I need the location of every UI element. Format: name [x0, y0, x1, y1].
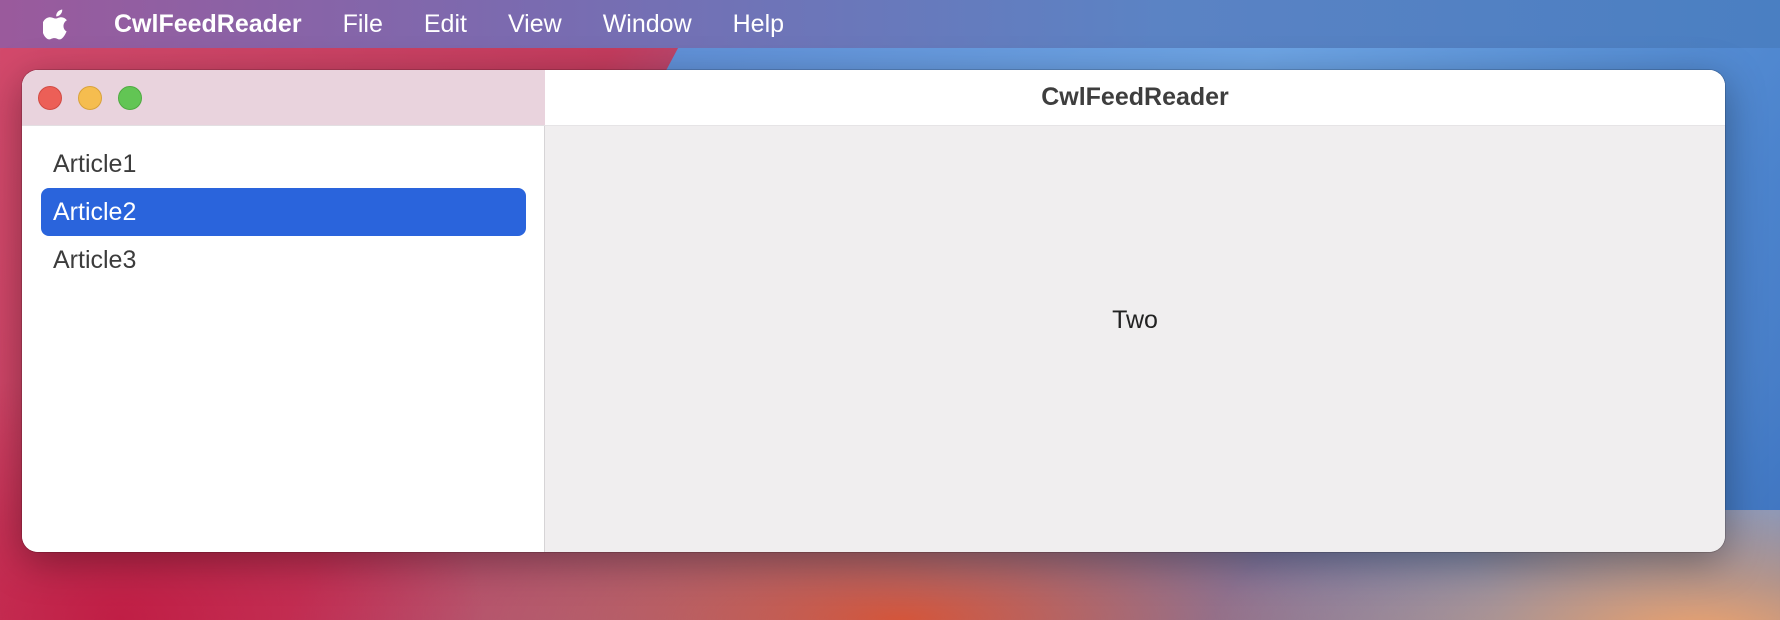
apple-logo-icon[interactable] — [40, 7, 74, 41]
article-list-item-3[interactable]: Article3 — [41, 236, 526, 284]
menu-view[interactable]: View — [508, 10, 562, 39]
article-label: Article1 — [53, 149, 137, 178]
minimize-window-button[interactable] — [78, 86, 102, 110]
article-list-item-1[interactable]: Article1 — [41, 140, 526, 188]
app-window: Article1 Article2 Article3 CwlFeedReader… — [22, 70, 1725, 552]
menu-file[interactable]: File — [343, 10, 383, 39]
detail-text: Two — [1112, 305, 1158, 334]
menu-help[interactable]: Help — [733, 10, 784, 39]
detail-pane: CwlFeedReader Two — [545, 70, 1725, 552]
menu-bar: CwlFeedReader File Edit View Window Help — [0, 0, 1780, 48]
article-list: Article1 Article2 Article3 — [22, 140, 545, 284]
detail-content: Two — [545, 126, 1725, 552]
detail-titlebar[interactable]: CwlFeedReader — [545, 70, 1725, 126]
article-label: Article2 — [53, 197, 137, 226]
menu-app-name[interactable]: CwlFeedReader — [114, 10, 302, 39]
menu-edit[interactable]: Edit — [424, 10, 467, 39]
sidebar-titlebar[interactable] — [22, 70, 545, 126]
menu-window[interactable]: Window — [603, 10, 692, 39]
sidebar: Article1 Article2 Article3 — [22, 70, 545, 552]
zoom-window-button[interactable] — [118, 86, 142, 110]
article-list-item-2[interactable]: Article2 — [41, 188, 526, 236]
close-window-button[interactable] — [38, 86, 62, 110]
article-label: Article3 — [53, 245, 137, 274]
window-title: CwlFeedReader — [1041, 83, 1229, 111]
